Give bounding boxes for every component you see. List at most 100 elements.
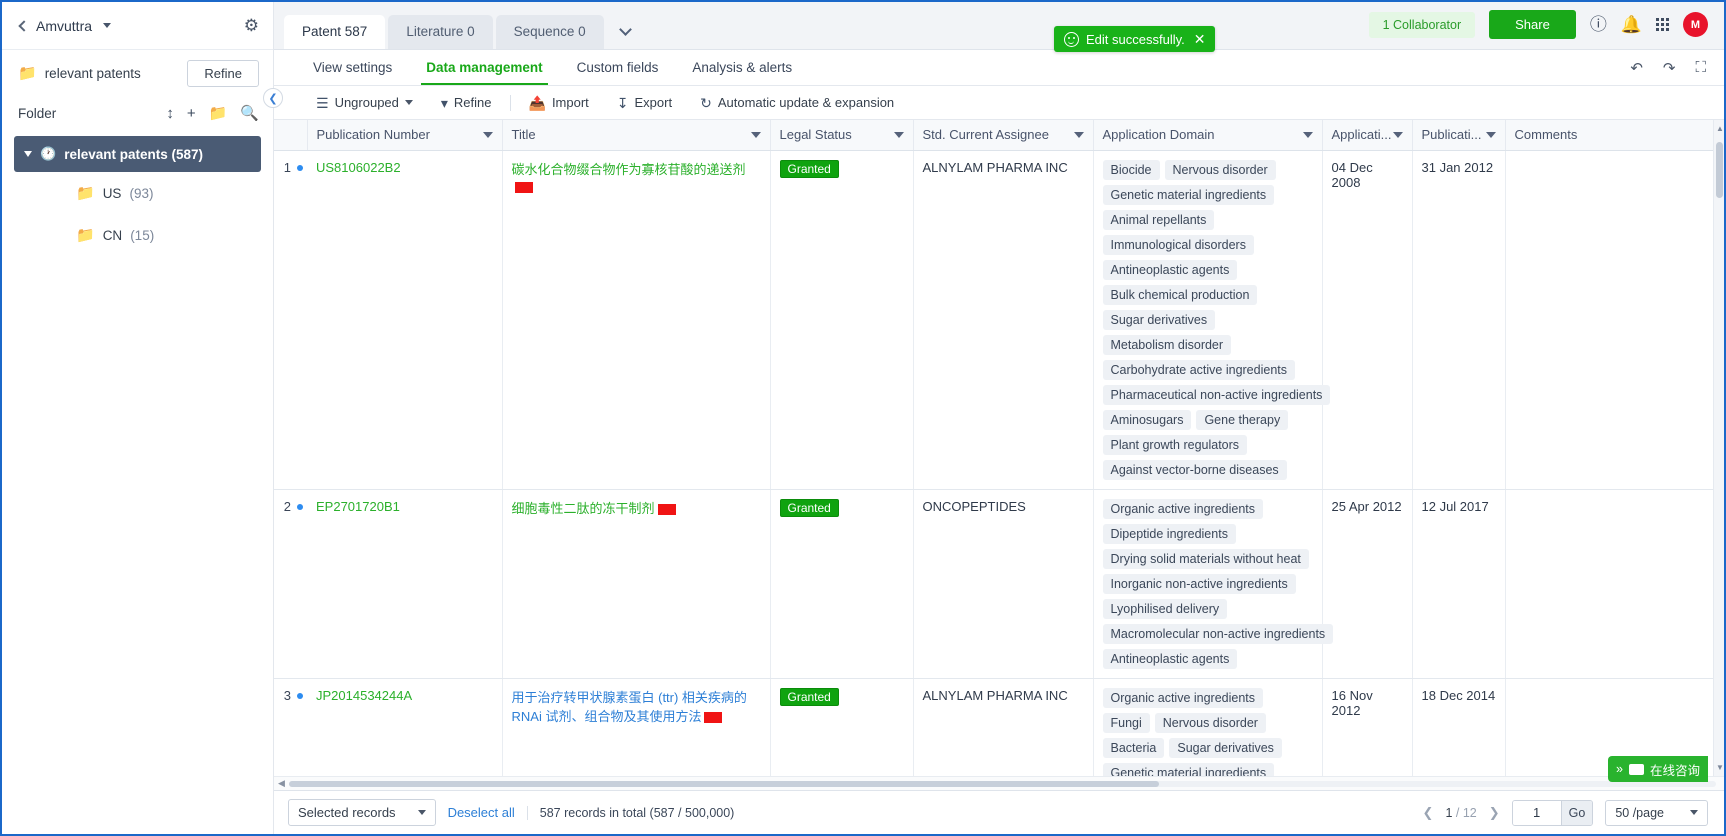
tab-literature[interactable]: Literature 0 — [388, 15, 493, 49]
bell-icon[interactable]: 🔔 — [1621, 16, 1642, 33]
row-index: 2 — [283, 498, 291, 514]
sort-icon[interactable]: ↕ — [166, 105, 174, 122]
publication-number-link[interactable]: EP2701720B1 — [316, 499, 400, 514]
horizontal-scroll-thumb[interactable] — [288, 780, 1160, 787]
filter-icon[interactable] — [1302, 131, 1313, 138]
col-comments[interactable]: Comments — [1505, 120, 1724, 151]
cell-comments[interactable] — [1505, 489, 1724, 679]
tab-data-management[interactable]: Data management — [409, 50, 559, 85]
refine-button[interactable]: ▾ Refine — [427, 95, 506, 110]
deselect-all-link[interactable]: Deselect all — [448, 805, 515, 820]
tree-node-cn[interactable]: 📁 CN (15) — [14, 214, 261, 256]
title-link[interactable]: 细胞毒性二肽的冻干制剂 — [512, 501, 655, 516]
add-icon[interactable]: + — [187, 105, 196, 122]
chevron-down-icon[interactable] — [24, 151, 32, 157]
automatic-update-button[interactable]: ↻ Automatic update & expansion — [686, 95, 908, 110]
tree-node-us[interactable]: 📁 US (93) — [14, 172, 261, 214]
cell-assignee: ALNYLAM PHARMA INC — [913, 150, 1094, 490]
tag: Lyophilised delivery — [1102, 598, 1228, 619]
red-flag-icon — [514, 182, 533, 194]
chat-bubble-icon — [1628, 763, 1644, 775]
tag: Bulk chemical production — [1102, 284, 1258, 305]
col-application-date[interactable]: Applicati... — [1322, 120, 1413, 151]
goto-page-input[interactable] — [1512, 800, 1561, 825]
online-chat-widget[interactable]: » 在线咨询 — [1608, 756, 1708, 782]
vertical-scroll-thumb[interactable] — [1716, 142, 1723, 198]
collapse-panel-icon[interactable]: ❮ — [263, 88, 283, 108]
tab-sequence[interactable]: Sequence 0 — [495, 15, 604, 49]
apps-grid-icon[interactable] — [1656, 18, 1669, 31]
horizontal-scroll-track[interactable] — [288, 780, 1716, 787]
scroll-left-icon[interactable]: ◀ — [278, 778, 285, 789]
tab-custom-fields[interactable]: Custom fields — [560, 50, 676, 85]
scroll-up-icon[interactable]: ▲ — [1716, 124, 1724, 133]
filter-icon[interactable] — [482, 131, 493, 138]
cell-comments[interactable] — [1505, 150, 1724, 490]
cell-legal-status: Granted — [770, 150, 914, 490]
publication-number-link[interactable]: JP2014534244A — [316, 688, 412, 703]
close-icon[interactable]: ✕ — [1194, 31, 1206, 48]
col-publication-number[interactable]: Publication Number — [307, 120, 503, 151]
cell-title[interactable]: 用于治疗转甲状腺素蛋白 (ttr) 相关疾病的 RNAi 试剂、组合物及其使用方… — [502, 678, 771, 776]
tag-list: Organic active ingredients Dipeptide ing… — [1102, 498, 1334, 669]
col-legal-status[interactable]: Legal Status — [770, 120, 914, 151]
back-icon[interactable] — [18, 19, 30, 32]
next-page-button[interactable]: ❯ — [1489, 805, 1500, 821]
cell-publication-number[interactable]: EP2701720B1 — [307, 489, 503, 679]
filter-icon[interactable] — [1073, 131, 1084, 138]
collaborator-badge[interactable]: 1 Collaborator — [1368, 11, 1476, 38]
tab-patent[interactable]: Patent 587 — [284, 15, 386, 49]
vertical-scrollbar[interactable]: ▲ ▼ — [1713, 120, 1724, 776]
filter-icon[interactable] — [750, 131, 761, 138]
share-button[interactable]: Share — [1489, 10, 1576, 39]
help-icon[interactable]: ⓘ — [1590, 16, 1607, 33]
cell-title[interactable]: 碳水化合物缀合物作为寡核苷酸的递送剂 — [502, 150, 771, 490]
go-button[interactable]: Go — [1560, 800, 1593, 825]
tag: Antineoplastic agents — [1102, 648, 1238, 669]
toast-message: Edit successfully. — [1086, 31, 1185, 47]
tabs-more-button[interactable] — [607, 15, 644, 49]
cell-publication-number[interactable]: US8106022B2 — [307, 150, 503, 490]
prev-page-button[interactable]: ❮ — [1423, 805, 1434, 821]
table-row[interactable]: 2 EP2701720B1 细胞毒性二肽的冻干制剂 Granted ONCOPE… — [274, 489, 1724, 679]
cell-publication-number[interactable]: JP2014534244A — [307, 678, 503, 776]
sidebar-header: Amvuttra ⚙ — [2, 2, 273, 50]
col-title[interactable]: Title — [502, 120, 771, 151]
filter-icon[interactable] — [1392, 131, 1403, 138]
horizontal-scrollbar[interactable]: ◀ — [274, 776, 1724, 790]
avatar[interactable]: M — [1683, 12, 1708, 37]
new-folder-icon[interactable]: 📁 — [209, 104, 228, 122]
title-link[interactable]: 碳水化合物缀合物作为寡核苷酸的递送剂 — [512, 162, 746, 177]
gear-icon[interactable]: ⚙ — [244, 17, 259, 34]
import-button[interactable]: 📤 Import — [515, 95, 603, 110]
tree-node-relevant-patents[interactable]: 🕐 relevant patents (587) — [14, 136, 261, 172]
scroll-down-icon[interactable]: ▼ — [1716, 763, 1724, 772]
selected-records-dropdown[interactable]: Selected records — [288, 799, 436, 826]
tag: Genetic material ingredients — [1102, 184, 1275, 205]
redo-icon[interactable]: ↷ — [1663, 59, 1676, 77]
ungrouped-button[interactable]: ☰ Ungrouped — [302, 95, 427, 110]
tag: Fungi — [1102, 712, 1150, 733]
publication-number-link[interactable]: US8106022B2 — [316, 160, 401, 175]
filter-icon[interactable] — [893, 131, 904, 138]
search-icon[interactable]: 🔍 — [240, 104, 259, 122]
filter-icon[interactable] — [1485, 131, 1496, 138]
fullscreen-icon[interactable]: ⛶ — [1695, 59, 1706, 76]
col-application-domain[interactable]: Application Domain — [1093, 120, 1323, 151]
table-row[interactable]: 1 US8106022B2 碳水化合物缀合物作为寡核苷酸的递送剂 Granted… — [274, 150, 1724, 490]
refine-button[interactable]: Refine — [187, 59, 259, 87]
project-title[interactable]: Amvuttra — [36, 18, 92, 34]
page-size-dropdown[interactable]: 50 /page — [1605, 799, 1708, 826]
undo-icon[interactable]: ↶ — [1630, 59, 1643, 77]
table-row[interactable]: 3 JP2014534244A 用于治疗转甲状腺素蛋白 (ttr) 相关疾病的 … — [274, 678, 1724, 776]
cell-title[interactable]: 细胞毒性二肽的冻干制剂 — [502, 489, 771, 679]
goto-page-box[interactable]: Go — [1511, 799, 1594, 826]
tab-analysis-alerts[interactable]: Analysis & alerts — [675, 50, 809, 85]
column-label: Legal Status — [779, 127, 852, 143]
export-button[interactable]: ↧ Export — [603, 95, 686, 110]
chevron-down-icon[interactable] — [103, 23, 112, 28]
tab-view-settings[interactable]: View settings — [296, 50, 409, 85]
folder-tree: 🕐 relevant patents (587) 📁 US (93) 📁 CN … — [2, 130, 273, 256]
col-publication-date[interactable]: Publicati... — [1412, 120, 1506, 151]
col-assignee[interactable]: Std. Current Assignee — [913, 120, 1094, 151]
